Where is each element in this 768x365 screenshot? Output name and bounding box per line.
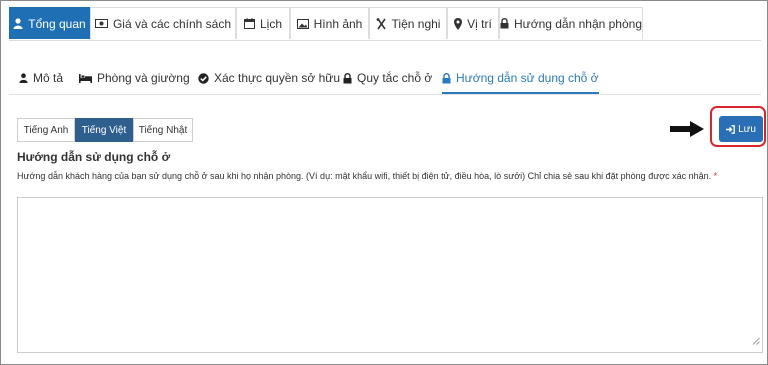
tab-label: Hình ảnh [313, 16, 363, 31]
tab-label: Lịch [259, 16, 282, 31]
subtab-label: Quy tắc chỗ ở [357, 71, 433, 85]
section-title: Hướng dẫn sử dụng chỗ ở [17, 150, 171, 164]
help-text-body: Hướng dẫn khách hàng của bạn sử dụng chỗ… [17, 171, 712, 181]
sub-tab-bar: Mô tả Phòng và giường Xác thực quyền sở … [9, 64, 761, 95]
window-frame: Tổng quan Giá và các chính sách Lịch Hìn… [0, 0, 768, 365]
subtab-label: Mô tả [33, 71, 64, 85]
check-circle-icon [198, 72, 209, 84]
subtab-label: Phòng và giường [97, 71, 190, 85]
tab-overview[interactable]: Tổng quan [9, 7, 90, 39]
save-button[interactable]: Lưu [719, 116, 763, 142]
money-icon [94, 19, 108, 28]
calendar-icon [243, 18, 255, 29]
subtab-label: Xác thực quyền sở hữu [214, 71, 340, 85]
top-tab-bar: Tổng quan Giá và các chính sách Lịch Hìn… [9, 7, 761, 41]
save-button-label: Lưu [738, 123, 756, 135]
tab-amenities[interactable]: Tiện nghi [369, 7, 447, 39]
subtab-house-rules[interactable]: Quy tắc chỗ ở [343, 64, 432, 92]
user-icon [13, 18, 23, 29]
usage-guide-textarea[interactable] [17, 197, 763, 353]
map-marker-icon [454, 17, 463, 30]
lang-japanese-button[interactable]: Tiếng Nhật [133, 118, 193, 142]
lang-vietnamese-button[interactable]: Tiếng Việt [75, 118, 133, 142]
subtab-ownership-verification[interactable]: Xác thực quyền sở hữu [198, 64, 340, 92]
image-icon [296, 18, 309, 29]
resize-handle-icon[interactable] [752, 332, 760, 350]
help-text: Hướng dẫn khách hàng của bạn sử dụng chỗ… [17, 171, 717, 181]
subtab-usage-guide[interactable]: Hướng dẫn sử dụng chỗ ở [442, 64, 599, 94]
tab-location[interactable]: Vị trí [447, 7, 499, 39]
tab-checkin-guide[interactable]: Hướng dẫn nhận phòng [499, 7, 643, 39]
user-icon [19, 73, 28, 83]
tab-label: Tiện nghi [391, 16, 441, 31]
lock-icon [442, 72, 451, 84]
tab-label: Tổng quan [28, 16, 86, 31]
lock-icon [343, 72, 352, 84]
subtab-label: Hướng dẫn sử dụng chỗ ở [456, 71, 599, 85]
tab-prices-policies[interactable]: Giá và các chính sách [90, 7, 236, 39]
tab-label: Vị trí [467, 16, 492, 31]
sign-in-icon [726, 124, 735, 134]
lock-icon [500, 18, 509, 29]
required-mark: * [713, 171, 718, 181]
tab-label: Hướng dẫn nhận phòng [514, 16, 643, 31]
arrow-right-icon [670, 121, 704, 142]
tab-images[interactable]: Hình ảnh [290, 7, 369, 39]
lang-english-button[interactable]: Tiếng Anh [17, 118, 75, 142]
subtab-description[interactable]: Mô tả [19, 64, 63, 92]
tab-calendar[interactable]: Lịch [236, 7, 290, 39]
amenities-icon [376, 17, 387, 30]
subtab-rooms-beds[interactable]: Phòng và giường [79, 64, 190, 92]
tab-label: Giá và các chính sách [112, 16, 232, 31]
bed-icon [79, 73, 92, 83]
